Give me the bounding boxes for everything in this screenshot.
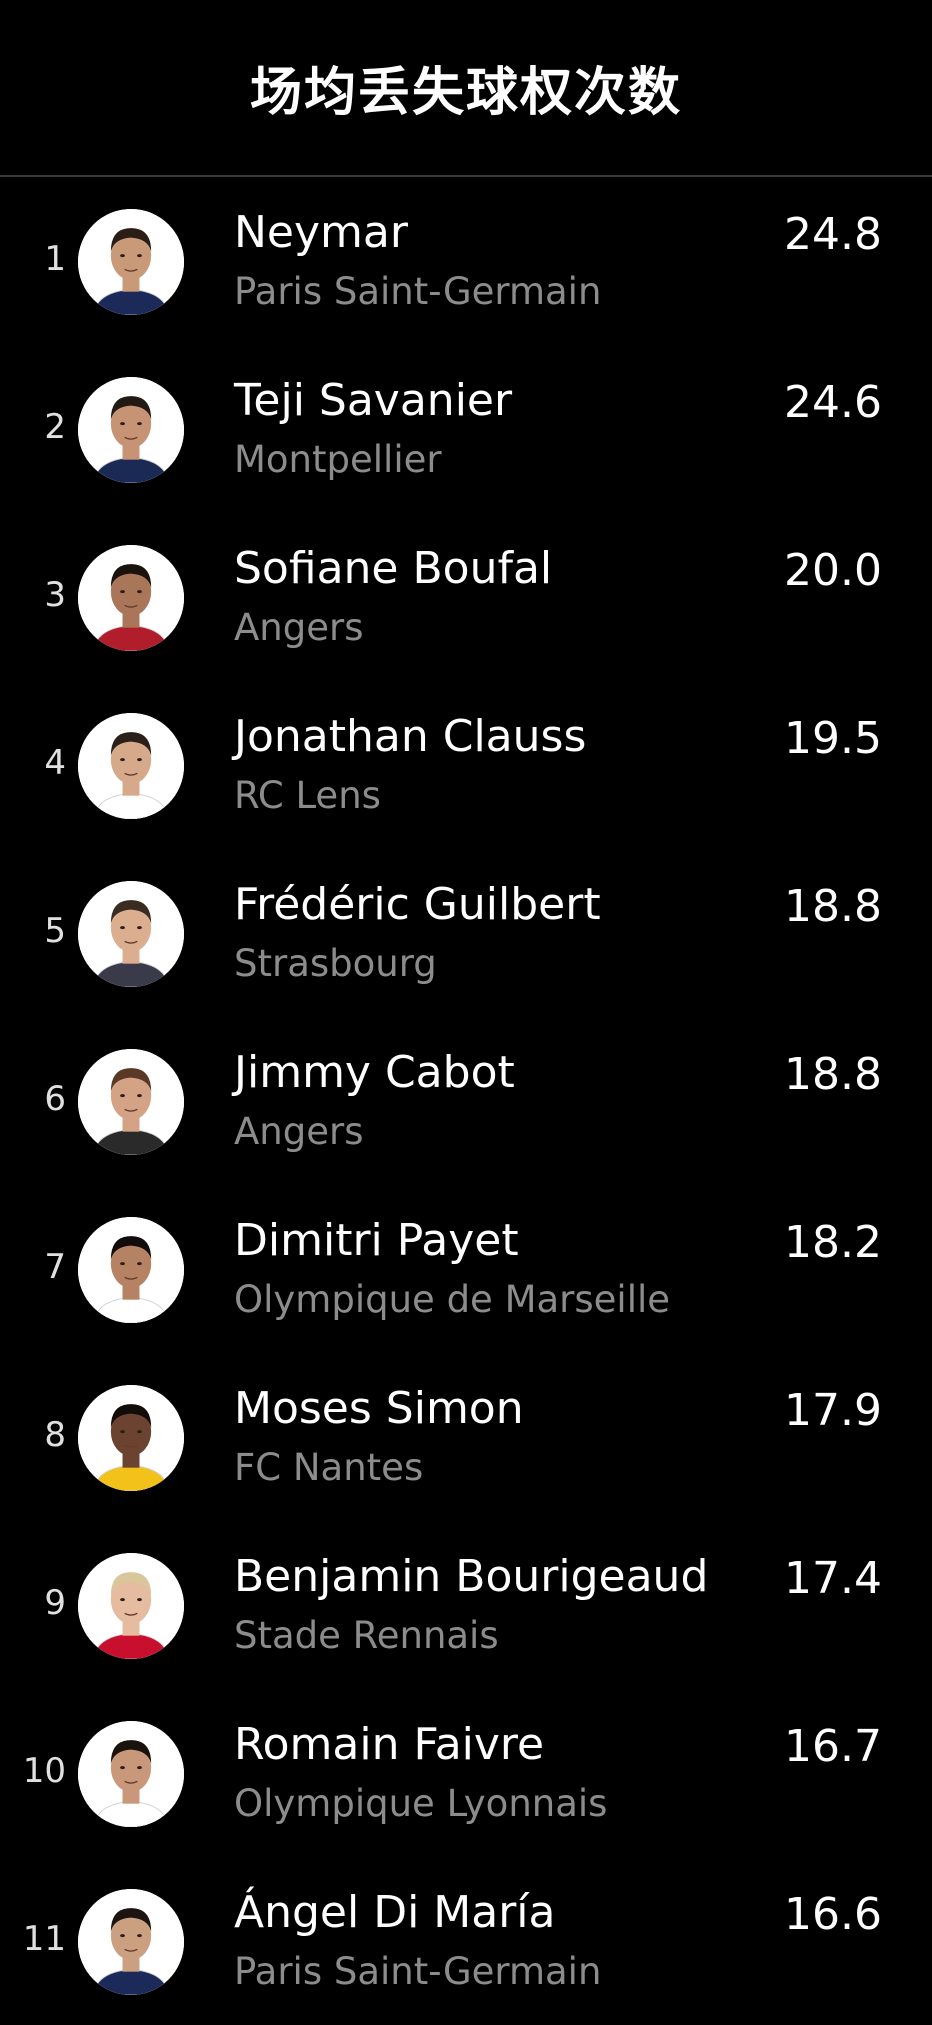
team-name: Olympique de Marseille [234, 1278, 671, 1321]
player-photo-icon [78, 1721, 184, 1827]
player-name: Ángel Di María [234, 1887, 556, 1938]
player-name: Moses Simon [234, 1383, 524, 1434]
player-name: Jimmy Cabot [234, 1047, 515, 1098]
player-photo-icon [78, 545, 184, 651]
team-name: Montpellier [234, 438, 442, 481]
page-header: 场均丢失球权次数 [0, 0, 932, 175]
team-name: Strasbourg [234, 942, 437, 985]
rank-number: 4 [44, 743, 66, 783]
player-photo-icon [78, 377, 184, 483]
player-name: Benjamin Bourigeaud [234, 1551, 709, 1602]
team-name: Paris Saint-Germain [234, 270, 602, 313]
rank-number: 8 [44, 1415, 66, 1455]
stat-value: 18.8 [784, 881, 882, 932]
team-name: RC Lens [234, 774, 381, 817]
rank-number: 10 [22, 1751, 66, 1791]
stat-value: 18.2 [784, 1217, 882, 1268]
stat-value: 16.7 [784, 1721, 882, 1772]
player-photo-icon [78, 209, 184, 315]
player-photo-icon [78, 1049, 184, 1155]
player-name: Dimitri Payet [234, 1215, 519, 1266]
stat-value: 17.4 [784, 1553, 882, 1604]
rank-number: 5 [44, 911, 66, 951]
player-name: Sofiane Boufal [234, 543, 553, 594]
player-row[interactable]: 10 Romain Faivre Olympique Lyonnais 16.7 [0, 1689, 932, 1857]
player-row[interactable]: 7 Dimitri Payet Olympique de Marseille 1… [0, 1185, 932, 1353]
rank-number: 6 [44, 1079, 66, 1119]
player-name: Neymar [234, 207, 408, 258]
stat-value: 24.8 [784, 209, 882, 260]
page-title: 场均丢失球权次数 [249, 63, 682, 123]
player-photo-icon [78, 1889, 184, 1995]
stat-value: 19.5 [784, 713, 882, 764]
rank-number: 9 [44, 1583, 66, 1623]
player-row[interactable]: 2 Teji Savanier Montpellier 24.6 [0, 345, 932, 513]
player-row[interactable]: 4 Jonathan Clauss RC Lens 19.5 [0, 681, 932, 849]
player-row[interactable]: 9 Benjamin Bourigeaud Stade Rennais 17.4 [0, 1521, 932, 1689]
player-row[interactable]: 6 Jimmy Cabot Angers 18.8 [0, 1017, 932, 1185]
rank-number: 11 [22, 1919, 66, 1959]
rank-number: 1 [44, 239, 66, 279]
player-name: Frédéric Guilbert [234, 879, 601, 930]
rank-number: 3 [44, 575, 66, 615]
team-name: Paris Saint-Germain [234, 1950, 602, 1993]
player-photo-icon [78, 1553, 184, 1659]
player-photo-icon [78, 713, 184, 819]
team-name: Stade Rennais [234, 1614, 499, 1657]
player-photo-icon [78, 881, 184, 987]
rank-number: 7 [44, 1247, 66, 1287]
team-name: Olympique Lyonnais [234, 1782, 608, 1825]
team-name: FC Nantes [234, 1446, 424, 1489]
player-photo-icon [78, 1217, 184, 1323]
stat-value: 24.6 [784, 377, 882, 428]
player-photo-icon [78, 1385, 184, 1491]
player-name: Teji Savanier [234, 375, 513, 426]
stat-value: 20.0 [784, 545, 882, 596]
player-row[interactable]: 3 Sofiane Boufal Angers 20.0 [0, 513, 932, 681]
player-row[interactable]: 11 Ángel Di María Paris Saint-Germain 16… [0, 1857, 932, 2025]
stat-value: 17.9 [784, 1385, 882, 1436]
team-name: Angers [234, 606, 364, 649]
stat-value: 18.8 [784, 1049, 882, 1100]
rank-number: 2 [44, 407, 66, 447]
player-name: Jonathan Clauss [234, 711, 587, 762]
player-row[interactable]: 1 Neymar Paris Saint-Germain 24.8 [0, 177, 932, 345]
player-row[interactable]: 8 Moses Simon FC Nantes 17.9 [0, 1353, 932, 1521]
stat-value: 16.6 [784, 1889, 882, 1940]
player-name: Romain Faivre [234, 1719, 545, 1770]
team-name: Angers [234, 1110, 364, 1153]
player-row[interactable]: 5 Frédéric Guilbert Strasbourg 18.8 [0, 849, 932, 1017]
player-ranking-list: 1 Neymar Paris Saint-Germain 24.8 2 Teji… [0, 177, 932, 2025]
